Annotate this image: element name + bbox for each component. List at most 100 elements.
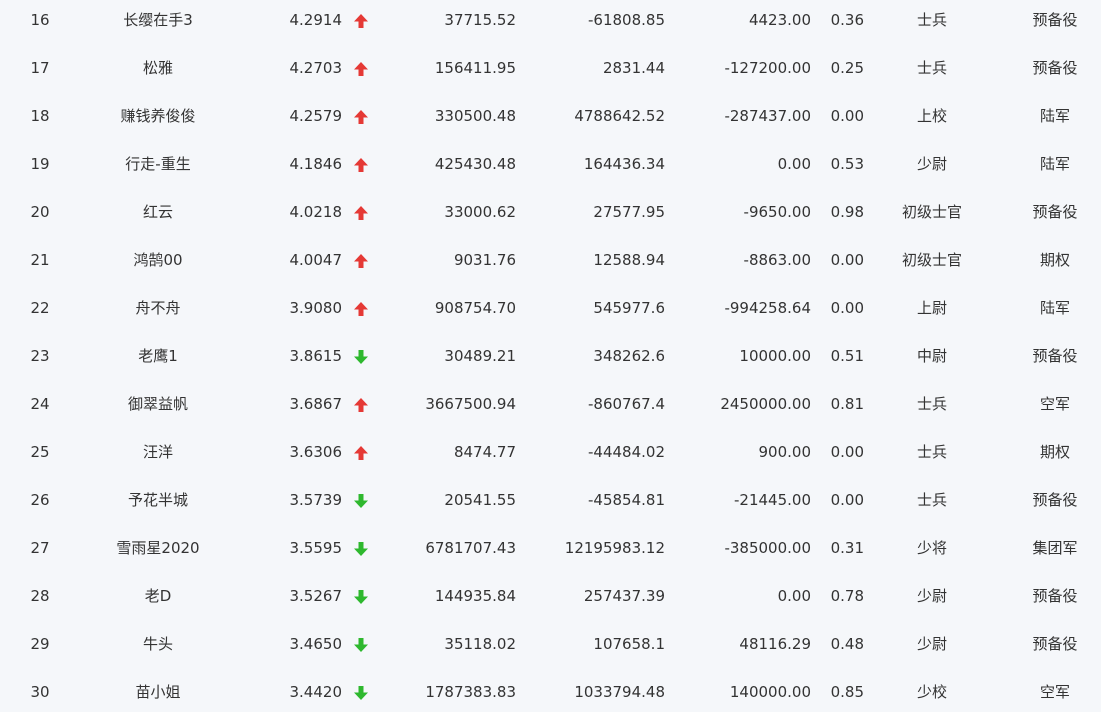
rank-title-cell: 士兵 (916, 395, 947, 413)
value-3-cell: 10000.00 (739, 347, 811, 365)
trend-cell (350, 44, 372, 92)
rank-title-cell: 上校 (916, 107, 947, 125)
username-cell: 牛头 (142, 635, 173, 653)
value-2-cell: 12195983.12 (564, 539, 665, 557)
table-row[interactable]: 24 御翠益帆 3.6867 3667500.94 -860767.4 2450000.0… (0, 380, 1101, 428)
table-row[interactable]: 18 赚钱养俊俊 4.2579 330500.48 4788642.52 -287437.… (0, 92, 1101, 140)
value-3-cell: 0.00 (777, 155, 811, 173)
trend-cell (350, 476, 372, 524)
trend-cell (350, 140, 372, 188)
group-cell: 空军 (1039, 395, 1070, 413)
value-1-cell: 35118.02 (444, 635, 516, 653)
value-1-cell: 20541.55 (444, 491, 516, 509)
arrow-down-icon (353, 541, 369, 557)
rank-cell: 23 (30, 347, 50, 365)
value-2-cell: 107658.1 (593, 635, 665, 653)
username-cell: 苗小姐 (135, 683, 181, 701)
score-cell: 3.5595 (289, 539, 343, 557)
rank-title-cell: 士兵 (916, 443, 947, 461)
value-4-cell: 0.00 (830, 491, 864, 509)
score-cell: 4.2914 (289, 11, 343, 29)
table-row[interactable]: 19 行走-重生 4.1846 425430.48 164436.34 0.00 0.53 少… (0, 140, 1101, 188)
value-4-cell: 0.00 (830, 443, 864, 461)
trend-cell (350, 668, 372, 712)
arrow-down-icon (353, 685, 369, 701)
score-cell: 4.0218 (289, 203, 343, 221)
rank-cell: 20 (30, 203, 50, 221)
table-row[interactable]: 26 予花半城 3.5739 20541.55 -45854.81 -21445.00 0.… (0, 476, 1101, 524)
trend-cell (350, 92, 372, 140)
score-cell: 3.6867 (289, 395, 343, 413)
table-row[interactable]: 22 舟不舟 3.9080 908754.70 545977.6 -994258.64 0.… (0, 284, 1101, 332)
username-cell: 鸿鹄00 (133, 251, 183, 269)
value-2-cell: 2831.44 (602, 59, 665, 77)
score-cell: 3.9080 (289, 299, 343, 317)
table-row[interactable]: 16 长缨在手3 4.2914 37715.52 -61808.85 4423.00 0.3… (0, 0, 1101, 44)
group-cell: 预备役 (1032, 587, 1078, 605)
rank-title-cell: 少尉 (916, 587, 947, 605)
score-cell: 3.6306 (289, 443, 343, 461)
value-4-cell: 0.48 (830, 635, 864, 653)
value-2-cell: -45854.81 (588, 491, 665, 509)
arrow-down-icon (353, 589, 369, 605)
table-row[interactable]: 17 松雅 4.2703 156411.95 2831.44 -127200.00 0.25… (0, 44, 1101, 92)
table-row[interactable]: 25 汪洋 3.6306 8474.77 -44484.02 900.00 0.00 士兵 期权 (0, 428, 1101, 476)
value-1-cell: 908754.70 (434, 299, 516, 317)
trend-cell (350, 572, 372, 620)
value-3-cell: 4423.00 (748, 11, 811, 29)
group-cell: 期权 (1039, 251, 1070, 269)
arrow-up-icon (353, 301, 369, 317)
table-row[interactable]: 27 雪雨星2020 3.5595 6781707.43 12195983.12 -385… (0, 524, 1101, 572)
score-cell: 4.2579 (289, 107, 343, 125)
trend-cell (350, 380, 372, 428)
table-row[interactable]: 30 苗小姐 3.4420 1787383.83 1033794.48 140000.00… (0, 668, 1101, 712)
rank-title-cell: 上尉 (916, 299, 947, 317)
value-3-cell: -287437.00 (724, 107, 811, 125)
rank-cell: 27 (30, 539, 50, 557)
rank-cell: 18 (30, 107, 50, 125)
value-3-cell: -21445.00 (734, 491, 811, 509)
value-3-cell: 0.00 (777, 587, 811, 605)
group-cell: 预备役 (1032, 635, 1078, 653)
username-cell: 老鹰1 (138, 347, 178, 365)
value-1-cell: 425430.48 (434, 155, 516, 173)
value-1-cell: 30489.21 (444, 347, 516, 365)
table-row[interactable]: 20 红云 4.0218 33000.62 27577.95 -9650.00 0.98 初级… (0, 188, 1101, 236)
table-row[interactable]: 21 鸿鹄00 4.0047 9031.76 12588.94 -8863.00 0.00 初… (0, 236, 1101, 284)
trend-cell (350, 620, 372, 668)
rank-title-cell: 少将 (916, 539, 947, 557)
value-1-cell: 156411.95 (434, 59, 516, 77)
score-cell: 3.5267 (289, 587, 343, 605)
value-2-cell: 1033794.48 (574, 683, 665, 701)
value-4-cell: 0.36 (830, 11, 864, 29)
rank-cell: 30 (30, 683, 50, 701)
rank-cell: 24 (30, 395, 50, 413)
value-3-cell: 48116.29 (739, 635, 811, 653)
table-row[interactable]: 29 牛头 3.4650 35118.02 107658.1 48116.29 0.48 少尉… (0, 620, 1101, 668)
rank-cell: 26 (30, 491, 50, 509)
value-2-cell: 12588.94 (593, 251, 665, 269)
value-3-cell: 2450000.00 (720, 395, 811, 413)
username-cell: 赚钱养俊俊 (120, 107, 196, 125)
value-3-cell: -9650.00 (743, 203, 811, 221)
arrow-up-icon (353, 157, 369, 173)
rank-cell: 16 (30, 11, 50, 29)
score-cell: 4.0047 (289, 251, 343, 269)
trend-cell (350, 0, 372, 44)
rank-title-cell: 初级士官 (901, 203, 962, 221)
rank-cell: 22 (30, 299, 50, 317)
value-1-cell: 33000.62 (444, 203, 516, 221)
value-4-cell: 0.00 (830, 107, 864, 125)
value-4-cell: 0.98 (830, 203, 864, 221)
score-cell: 4.2703 (289, 59, 343, 77)
value-2-cell: 545977.6 (593, 299, 665, 317)
value-2-cell: -860767.4 (588, 395, 665, 413)
table-row[interactable]: 23 老鹰1 3.8615 30489.21 348262.6 10000.00 0.51 中… (0, 332, 1101, 380)
rank-cell: 25 (30, 443, 50, 461)
arrow-up-icon (353, 205, 369, 221)
table-row[interactable]: 28 老D 3.5267 144935.84 257437.39 0.00 0.78 少尉 预备… (0, 572, 1101, 620)
rank-title-cell: 士兵 (916, 59, 947, 77)
trend-cell (350, 428, 372, 476)
value-1-cell: 9031.76 (453, 251, 516, 269)
username-cell: 红云 (142, 203, 173, 221)
